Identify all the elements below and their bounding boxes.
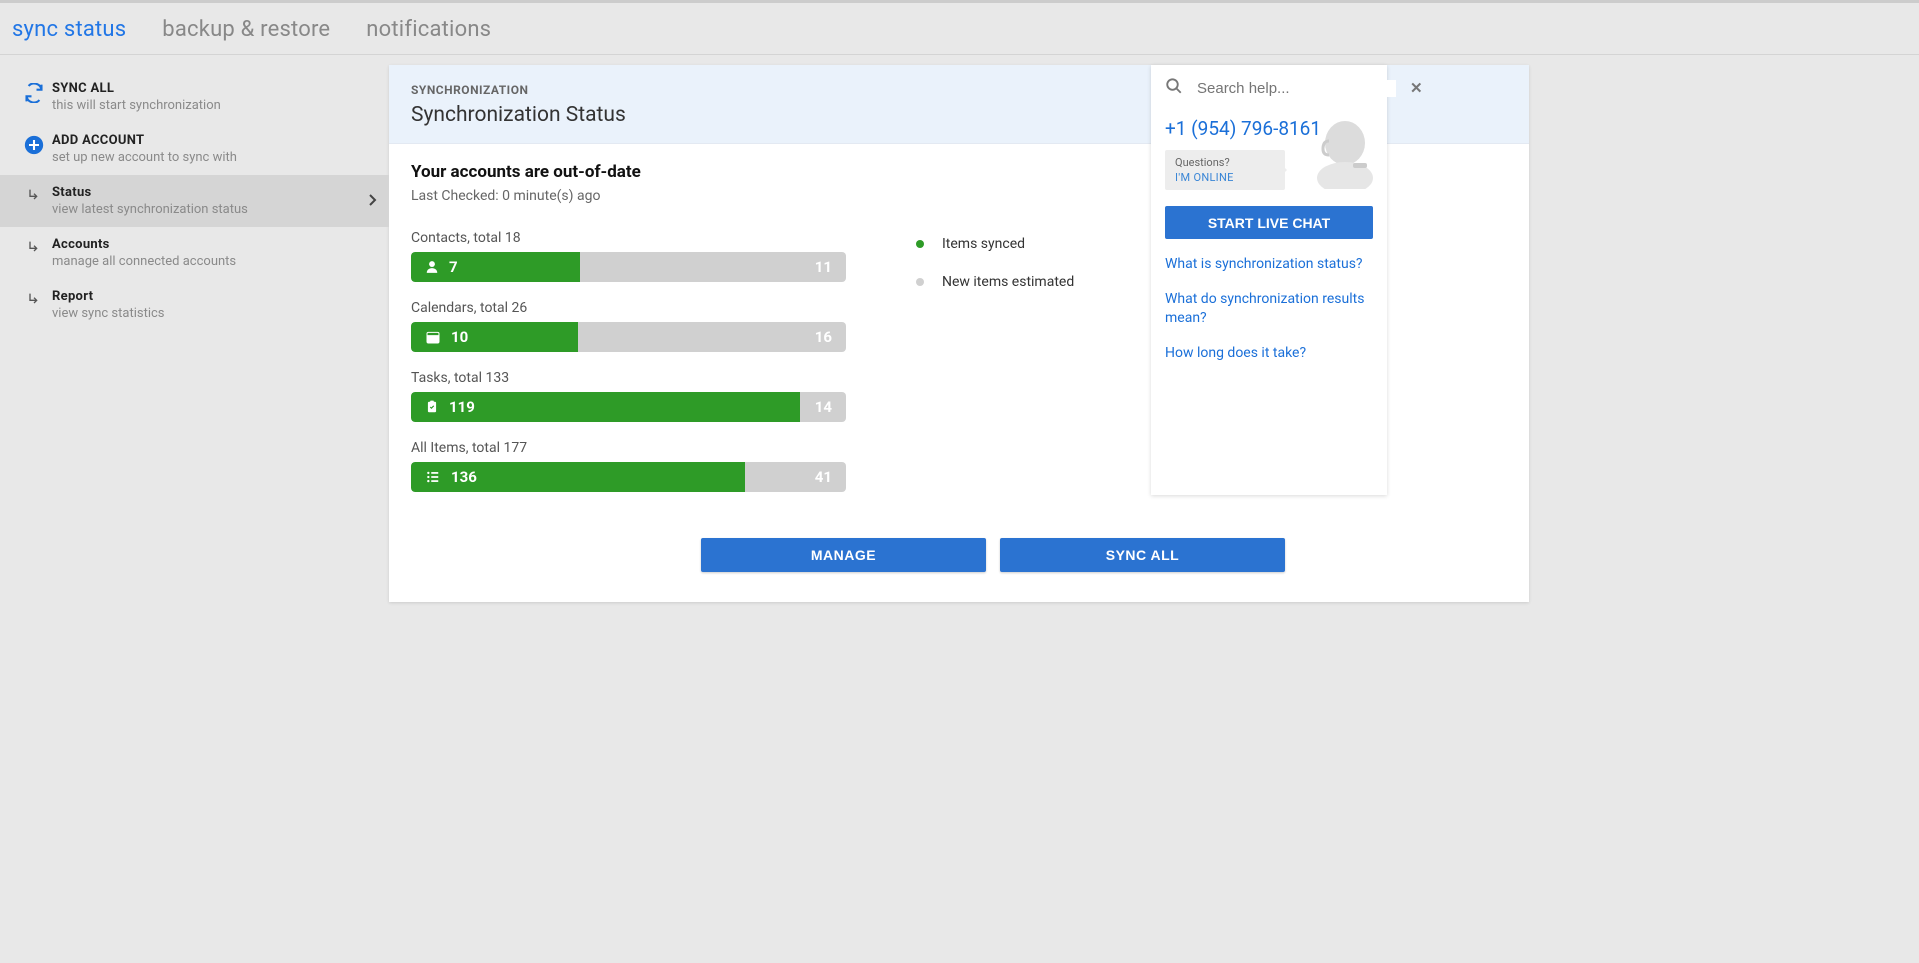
sidebar-item-title: SYNC ALL: [52, 81, 377, 96]
subitem-arrow-icon: [16, 237, 52, 255]
progress-bar: 1016: [411, 322, 846, 352]
bar-new: 16: [578, 322, 846, 352]
sidebar-sync-all[interactable]: SYNC ALL this will start synchronization: [0, 71, 389, 123]
questions-bubble: Questions? I'M ONLINE: [1165, 150, 1285, 190]
legend-new: New items estimated: [916, 274, 1074, 290]
progress-bar: 13641: [411, 462, 846, 492]
legend-synced: Items synced: [916, 236, 1074, 252]
sync-icon: [16, 81, 52, 103]
sidebar-item-sub: view sync statistics: [52, 306, 377, 321]
bar-synced: 136: [411, 462, 745, 492]
sidebar-status[interactable]: Status view latest synchronization statu…: [0, 175, 389, 227]
chevron-right-icon: [367, 192, 377, 211]
sidebar-item-title: ADD ACCOUNT: [52, 133, 377, 148]
progress-bar: 11914: [411, 392, 846, 422]
sidebar: SYNC ALL this will start synchronization…: [0, 55, 389, 960]
top-tabs: sync status backup & restore notificatio…: [0, 3, 1919, 55]
dot-grey-icon: [916, 278, 924, 286]
bubble-line1: Questions?: [1175, 156, 1275, 169]
plus-circle-icon: [16, 133, 52, 155]
bar-synced: 7: [411, 252, 580, 282]
subitem-arrow-icon: [16, 185, 52, 203]
legend: Items synced New items estimated: [916, 230, 1074, 510]
sync-all-button[interactable]: SYNC ALL: [1000, 538, 1285, 572]
support-avatar: [1309, 113, 1381, 189]
sidebar-item-title: Status: [52, 185, 367, 200]
subitem-arrow-icon: [16, 289, 52, 307]
sidebar-item-title: Accounts: [52, 237, 377, 252]
progress-bar: 711: [411, 252, 846, 282]
legend-synced-label: Items synced: [942, 236, 1025, 252]
legend-new-label: New items estimated: [942, 274, 1074, 290]
help-link-results[interactable]: What do synchronization results mean?: [1165, 290, 1373, 328]
bubble-line2: I'M ONLINE: [1175, 171, 1275, 184]
bar-group-contacts: Contacts, total 18 711: [411, 230, 846, 282]
sidebar-add-account[interactable]: ADD ACCOUNT set up new account to sync w…: [0, 123, 389, 175]
bar-new: 41: [745, 462, 846, 492]
bar-label: All Items, total 177: [411, 440, 846, 456]
dot-green-icon: [916, 240, 924, 248]
help-link-status[interactable]: What is synchronization status?: [1165, 255, 1373, 274]
sidebar-accounts[interactable]: Accounts manage all connected accounts: [0, 227, 389, 279]
sidebar-item-sub: manage all connected accounts: [52, 254, 377, 269]
help-panel: ✕ +1 (954) 796-8161 Questions? I'M ONLIN…: [1151, 65, 1387, 495]
manage-button[interactable]: MANAGE: [701, 538, 986, 572]
sidebar-item-sub: view latest synchronization status: [52, 202, 367, 217]
stats-bars: Contacts, total 18 711 Calendars, total 26…: [411, 230, 846, 510]
help-link-time[interactable]: How long does it take?: [1165, 344, 1373, 363]
bar-new: 14: [800, 392, 846, 422]
close-icon[interactable]: ✕: [1410, 79, 1423, 97]
start-live-chat-button[interactable]: START LIVE CHAT: [1165, 206, 1373, 239]
bar-synced: 119: [411, 392, 800, 422]
tab-backup-restore[interactable]: backup & restore: [162, 17, 330, 42]
sidebar-report[interactable]: Report view sync statistics: [0, 279, 389, 331]
bar-label: Contacts, total 18: [411, 230, 846, 246]
bar-group-tasks: Tasks, total 133 11914: [411, 370, 846, 422]
tab-notifications[interactable]: notifications: [366, 17, 491, 42]
help-search-input[interactable]: [1197, 80, 1396, 97]
bar-label: Calendars, total 26: [411, 300, 846, 316]
tab-sync-status[interactable]: sync status: [12, 17, 126, 42]
bar-label: Tasks, total 133: [411, 370, 846, 386]
sidebar-item-title: Report: [52, 289, 377, 304]
sidebar-item-sub: set up new account to sync with: [52, 150, 377, 165]
search-icon: [1165, 77, 1183, 99]
sidebar-item-sub: this will start synchronization: [52, 98, 377, 113]
bar-new: 11: [580, 252, 846, 282]
bar-group-calendars: Calendars, total 26 1016: [411, 300, 846, 352]
bar-group-all-items: All Items, total 177 13641: [411, 440, 846, 492]
bar-synced: 10: [411, 322, 578, 352]
